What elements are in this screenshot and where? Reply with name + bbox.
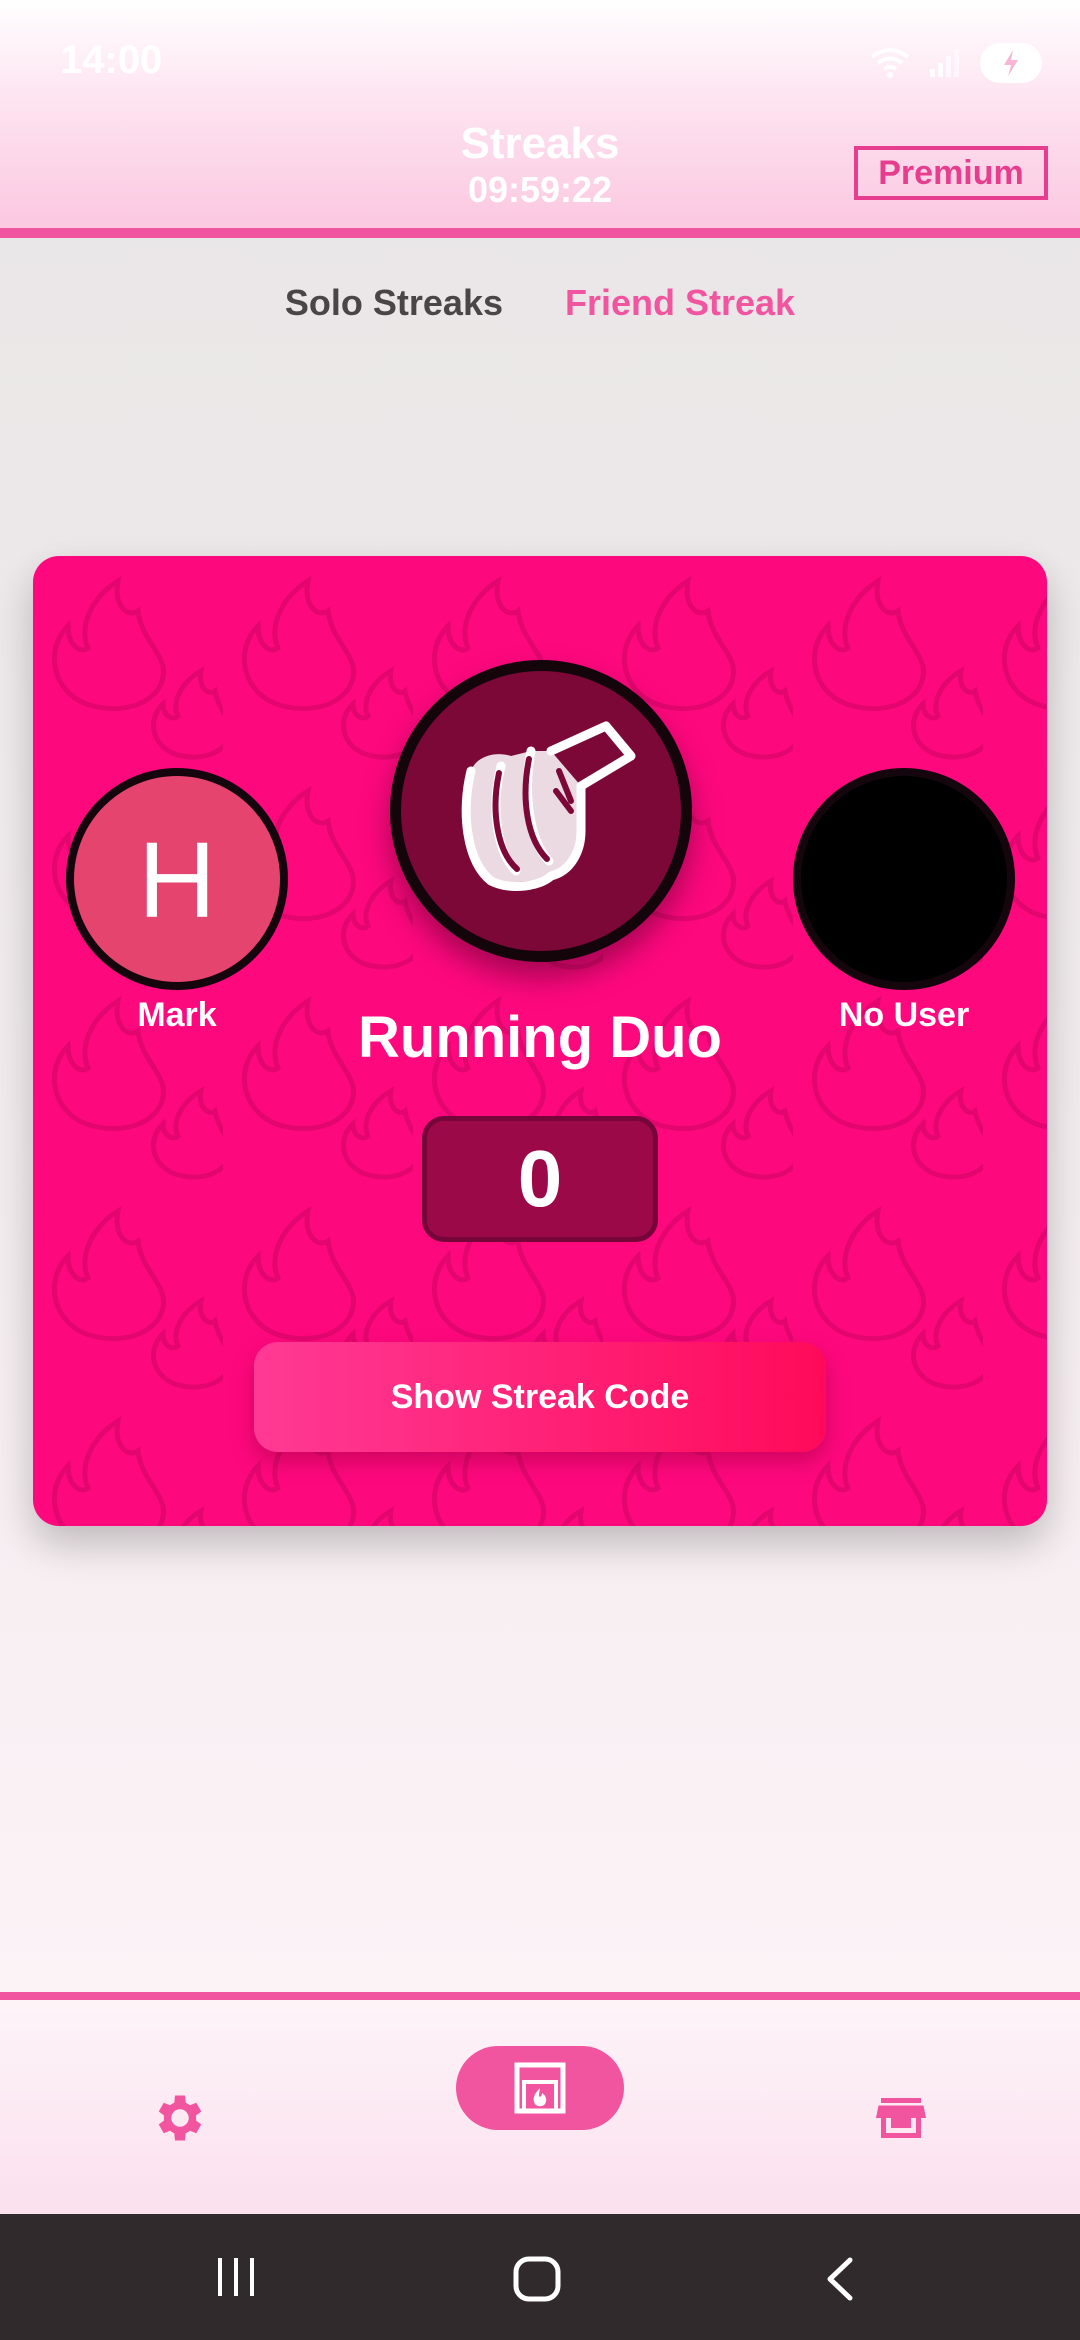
avatar-initial: H bbox=[138, 818, 216, 940]
tab-solo-streaks[interactable]: Solo Streaks bbox=[285, 282, 503, 332]
wifi-icon bbox=[870, 48, 910, 78]
fireplace-icon bbox=[514, 2062, 566, 2114]
premium-button[interactable]: Premium bbox=[854, 146, 1048, 200]
bottom-nav bbox=[0, 1992, 1080, 2214]
streak-emblem bbox=[390, 660, 692, 962]
show-streak-code-button[interactable]: Show Streak Code bbox=[254, 1342, 826, 1452]
battery-icon bbox=[980, 43, 1042, 83]
nav-streaks-home[interactable] bbox=[456, 2046, 624, 2130]
tab-friend-streak[interactable]: Friend Streak bbox=[565, 282, 795, 332]
status-icons bbox=[870, 38, 1042, 88]
signal-icon bbox=[930, 49, 959, 77]
status-time: 14:00 bbox=[60, 38, 163, 82]
home-icon[interactable] bbox=[512, 2256, 562, 2302]
user-avatar[interactable]: H bbox=[66, 768, 288, 990]
streak-name: Running Duo bbox=[357, 1005, 722, 1070]
streak-tabs: Solo Streaks Friend Streak bbox=[0, 282, 1080, 332]
app-header: 14:00 Streaks 09:59:22 Premium bbox=[0, 0, 1080, 238]
streak-count: 0 bbox=[422, 1116, 658, 1242]
store-icon[interactable] bbox=[871, 2088, 931, 2148]
partner-avatar-empty[interactable] bbox=[793, 768, 1015, 990]
system-nav-bar bbox=[0, 2214, 1080, 2340]
back-icon[interactable] bbox=[820, 2256, 860, 2302]
running-shoe-icon bbox=[461, 721, 636, 891]
friend-streak-card: H Mark No User Running Duo 0 Show Streak… bbox=[33, 556, 1047, 1526]
recents-icon[interactable] bbox=[214, 2256, 258, 2298]
gear-icon[interactable] bbox=[150, 2088, 210, 2148]
